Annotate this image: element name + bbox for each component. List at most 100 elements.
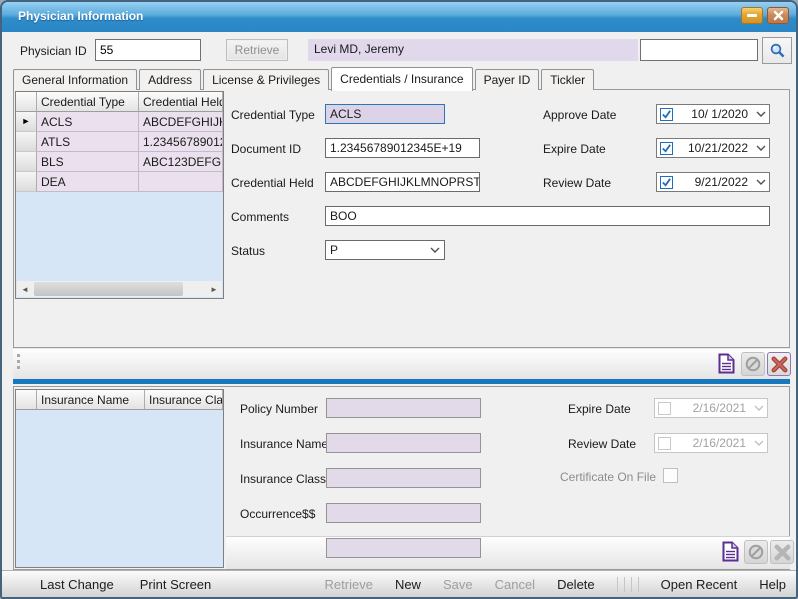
credential-row-atls[interactable]: ATLS 1.23456789012345E+19 (16, 132, 223, 152)
tab-credentials-insurance[interactable]: Credentials / Insurance (331, 67, 472, 91)
window-title: Physician Information (18, 9, 143, 23)
search-button[interactable] (762, 37, 792, 64)
grid-cell[interactable]: DEA (37, 172, 139, 192)
search-icon (769, 42, 786, 59)
grid-cell[interactable]: ACLS (37, 112, 139, 132)
grid-cell[interactable]: ABC123DEFG (139, 152, 223, 172)
chevron-down-icon[interactable] (753, 111, 769, 117)
delete-menu-item[interactable]: Delete (557, 577, 595, 592)
grid-cell[interactable]: ABCDEFGHIJKLMNOPRSTU (139, 112, 223, 132)
retrieve-menu-item-disabled: Retrieve (325, 577, 373, 592)
physician-id-input[interactable] (95, 39, 201, 61)
grid-cell[interactable] (139, 172, 223, 192)
delete-record-button[interactable] (767, 352, 791, 376)
tab-license-privileges[interactable]: License & Privileges (203, 69, 329, 90)
status-value: P (326, 243, 426, 257)
insurance-grid[interactable]: Insurance Name Insurance Class (15, 389, 224, 568)
certificate-on-file-checkbox[interactable] (663, 468, 678, 483)
check-icon (661, 143, 672, 154)
insurance-review-date-value: 2/16/2021 (671, 436, 751, 450)
row-selector[interactable] (16, 132, 37, 152)
credential-type-field[interactable]: ACLS (325, 104, 445, 124)
close-button[interactable] (767, 7, 789, 24)
grid-cell[interactable]: ATLS (37, 132, 139, 152)
credential-row-acls[interactable]: ► ACLS ABCDEFGHIJKLMNOPRSTU (16, 112, 223, 132)
row-selector[interactable] (16, 152, 37, 172)
certificate-on-file-label: Certificate On File (560, 470, 656, 484)
row-selector[interactable]: ► (16, 112, 37, 132)
scrollbar-thumb[interactable] (34, 282, 183, 296)
column-header-credential-held[interactable]: Credential Held (139, 92, 223, 112)
grid-cell[interactable]: 1.23456789012345E+19 (139, 132, 223, 152)
close-icon (773, 10, 784, 21)
row-selector[interactable] (16, 172, 37, 192)
status-bar: Last Change Print Screen Retrieve New Sa… (2, 570, 796, 597)
toolstrip-grip[interactable] (17, 354, 20, 372)
insurance-class-field-disabled (326, 468, 481, 488)
chevron-down-icon[interactable] (753, 145, 769, 151)
comments-field[interactable]: BOO (325, 206, 770, 226)
retrieve-button[interactable]: Retrieve (226, 39, 288, 61)
tab-strip: General Information Address License & Pr… (13, 66, 596, 90)
column-header-insurance-class[interactable]: Insurance Class (145, 390, 223, 410)
physician-name-field: Levi MD, Jeremy (308, 39, 638, 61)
row-selector-header (16, 390, 37, 410)
review-date-value: 9/21/2022 (673, 175, 753, 189)
approve-date-picker[interactable]: 10/ 1/2020 (656, 104, 770, 124)
review-date-checkbox[interactable] (660, 176, 673, 189)
credential-row-bls[interactable]: BLS ABC123DEFG (16, 152, 223, 172)
scroll-left-arrow-icon[interactable]: ◄ (17, 281, 33, 297)
grid-cell[interactable]: BLS (37, 152, 139, 172)
insurance-expire-date-value: 2/16/2021 (671, 401, 751, 415)
expire-date-label: Expire Date (543, 142, 606, 156)
title-bar[interactable]: Physician Information (2, 2, 796, 32)
minimize-icon (747, 14, 757, 17)
minimize-button[interactable] (741, 7, 763, 24)
document-id-field[interactable]: 1.23456789012345E+19 (325, 138, 480, 158)
column-header-credential-type[interactable]: Credential Type (37, 92, 139, 112)
section-divider (13, 379, 790, 384)
credentials-toolstrip (13, 348, 790, 379)
status-dropdown[interactable]: P (325, 240, 445, 260)
insurance-grid-header: Insurance Name Insurance Class (16, 390, 223, 410)
last-change-menu-item[interactable]: Last Change (40, 577, 114, 592)
check-icon (661, 109, 672, 120)
credentials-grid[interactable]: Credential Type Credential Held ► ACLS A… (15, 91, 224, 299)
comments-label: Comments (231, 210, 289, 224)
expire-date-value: 10/21/2022 (673, 141, 753, 155)
tab-general-information[interactable]: General Information (13, 69, 137, 90)
help-menu-item[interactable]: Help (759, 577, 786, 592)
chevron-down-icon (751, 440, 767, 446)
tab-tickler[interactable]: Tickler (541, 69, 594, 90)
insurance-name-field-disabled (326, 433, 481, 453)
tab-payer-id[interactable]: Payer ID (475, 69, 540, 90)
current-row-arrow-icon: ► (22, 117, 31, 126)
expire-date-picker[interactable]: 10/21/2022 (656, 138, 770, 158)
check-icon (661, 177, 672, 188)
scrollbar-track[interactable] (33, 281, 206, 297)
tab-address[interactable]: Address (139, 69, 201, 90)
new-record-button[interactable] (714, 351, 738, 375)
column-header-insurance-name[interactable]: Insurance Name (37, 390, 145, 410)
red-x-icon (770, 355, 789, 374)
print-screen-menu-item[interactable]: Print Screen (140, 577, 212, 592)
chevron-down-icon[interactable] (753, 179, 769, 185)
credentials-grid-header: Credential Type Credential Held (16, 92, 223, 112)
credential-held-field[interactable]: ABCDEFGHIJKLMNOPRSTU (325, 172, 480, 192)
insurance-review-date-label: Review Date (568, 437, 636, 451)
expire-date-checkbox[interactable] (660, 142, 673, 155)
new-insurance-button[interactable] (718, 539, 742, 563)
open-recent-menu-item[interactable]: Open Recent (661, 577, 738, 592)
new-menu-item[interactable]: New (395, 577, 421, 592)
scroll-right-arrow-icon[interactable]: ► (206, 281, 222, 297)
insurance-name-label: Insurance Name (240, 437, 328, 451)
review-date-picker[interactable]: 9/21/2022 (656, 172, 770, 192)
approve-date-checkbox[interactable] (660, 108, 673, 121)
physician-information-window: Physician Information Physician ID Retri… (0, 0, 798, 599)
horizontal-scrollbar[interactable]: ◄ ► (17, 281, 222, 297)
approve-date-label: Approve Date (543, 108, 616, 122)
occurrence-field-disabled (326, 503, 481, 523)
chevron-down-icon[interactable] (426, 247, 444, 253)
search-input[interactable] (640, 39, 758, 61)
credential-row-dea[interactable]: DEA (16, 172, 223, 192)
